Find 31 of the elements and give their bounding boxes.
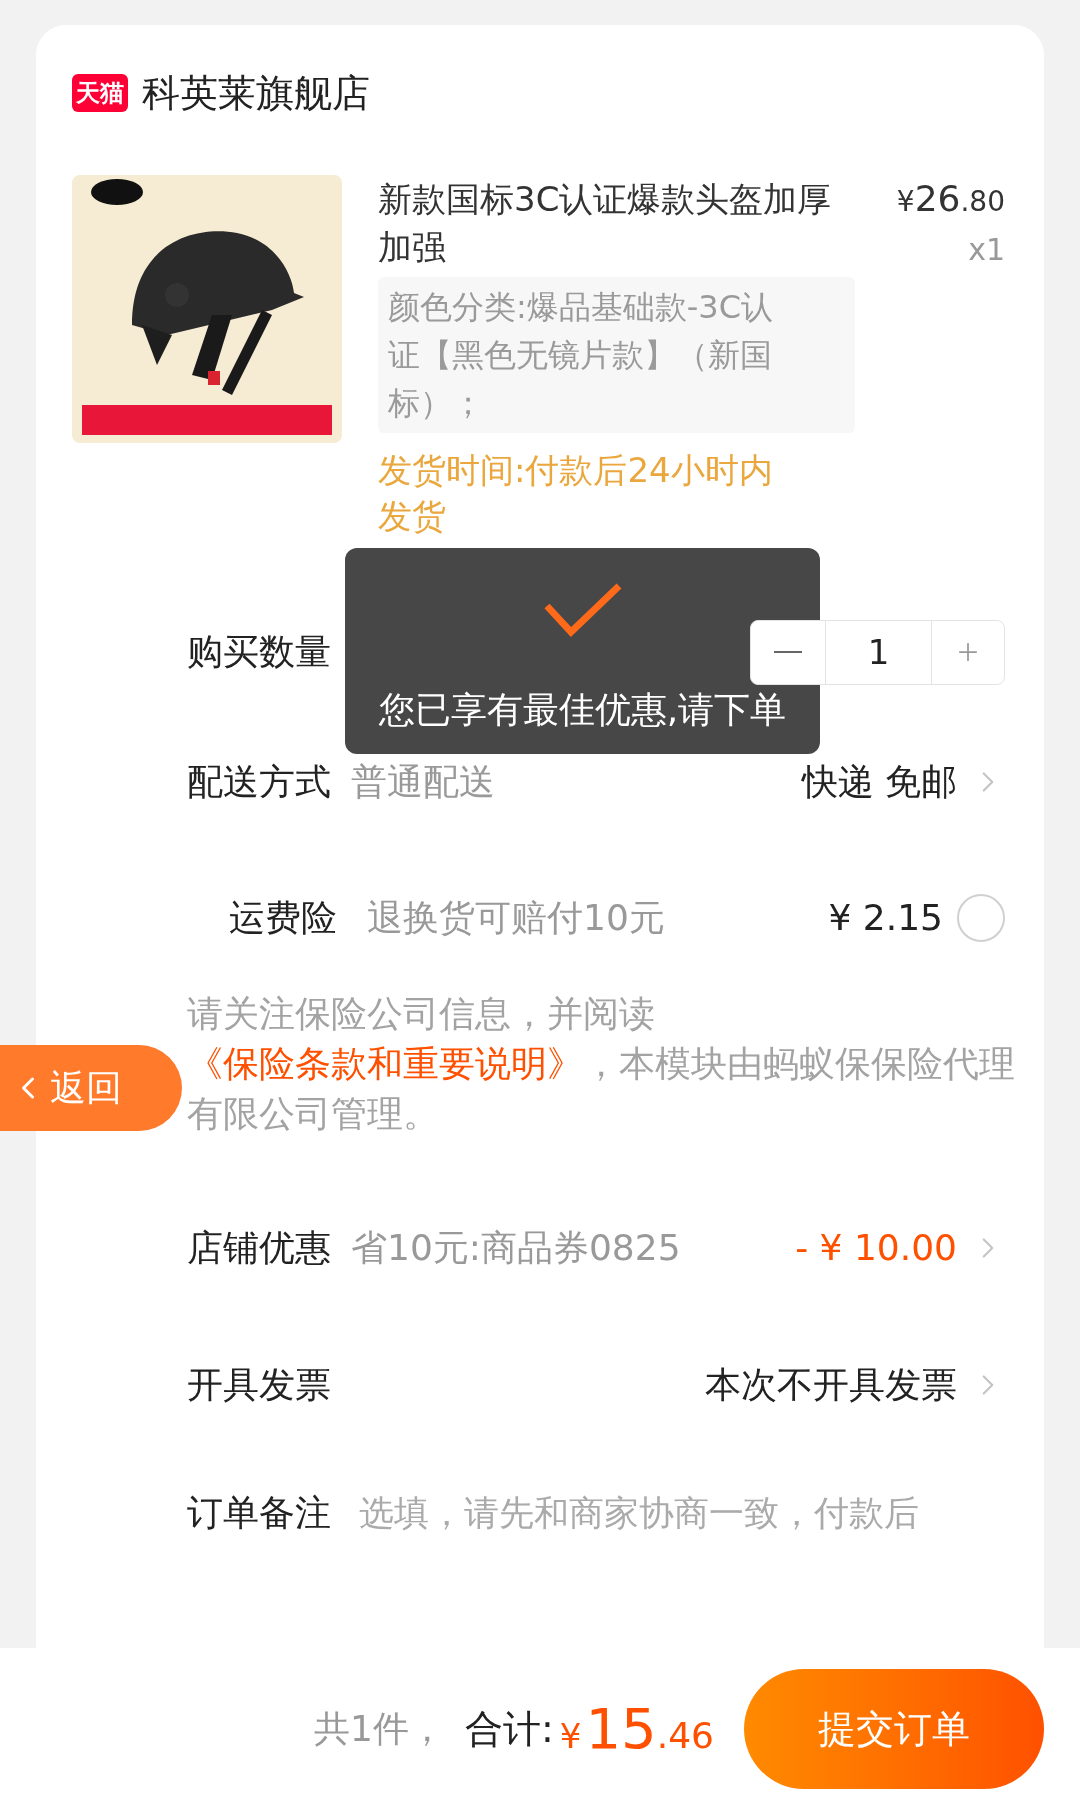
minus-icon (774, 651, 802, 653)
discount-value: - ¥ 10.00 (795, 1226, 957, 1270)
store-logo: 天猫 (72, 74, 128, 112)
delivery-value: 快递 免邮 (801, 760, 957, 804)
product-spec: 颜色分类:爆品基础款-3C认证【黑色无镜片款】（新国标）； (378, 277, 855, 433)
invoice-label: 开具发票 (187, 1363, 332, 1407)
insurance-description: 退换货可赔付10元 (367, 896, 665, 940)
delivery-method: 普通配送 (351, 760, 495, 804)
discount-description: 省10元:商品券0825 (351, 1226, 681, 1270)
quantity-label: 购买数量 (187, 630, 332, 674)
product-title: 新款国标3C认证爆款头盔加厚加强 (378, 178, 833, 269)
discount-row[interactable]: 店铺优惠 省10元:商品券0825 - ¥ 10.00 (187, 1180, 1005, 1316)
insurance-notice: 请关注保险公司信息，并阅读 《保险条款和重要说明》，本模块由蚂蚁保保险代理有限公司管理。 (187, 992, 1016, 1136)
discount-label: 店铺优惠 (187, 1226, 332, 1270)
invoice-row[interactable]: 开具发票 本次不开具发票 (187, 1316, 1005, 1454)
total-price: ¥15.46 (559, 1695, 714, 1763)
product-quantity: x1 (968, 231, 1005, 269)
note-field[interactable]: 选填，请先和商家协商一致，付款后 (359, 1486, 1005, 1540)
toast-message: 您已享有最佳优惠,请下单 (378, 688, 787, 732)
invoice-value: 本次不开具发票 (705, 1363, 957, 1407)
shipping-time: 发货时间:付款后24小时内发货 (378, 449, 774, 538)
total-label: 合计: (465, 1705, 554, 1753)
note-label: 订单备注 (187, 1491, 332, 1535)
delivery-label: 配送方式 (187, 760, 332, 804)
checkmark-icon (542, 582, 623, 638)
product-price: ¥26.80 (896, 177, 1005, 221)
insurance-price: ¥ 2.15 (828, 896, 943, 940)
insurance-radio[interactable] (957, 894, 1005, 942)
item-count: 共1件， (314, 1707, 445, 1751)
store-name[interactable]: 科英莱旗舰店 (142, 64, 370, 122)
insurance-label: 运费险 (228, 896, 337, 940)
